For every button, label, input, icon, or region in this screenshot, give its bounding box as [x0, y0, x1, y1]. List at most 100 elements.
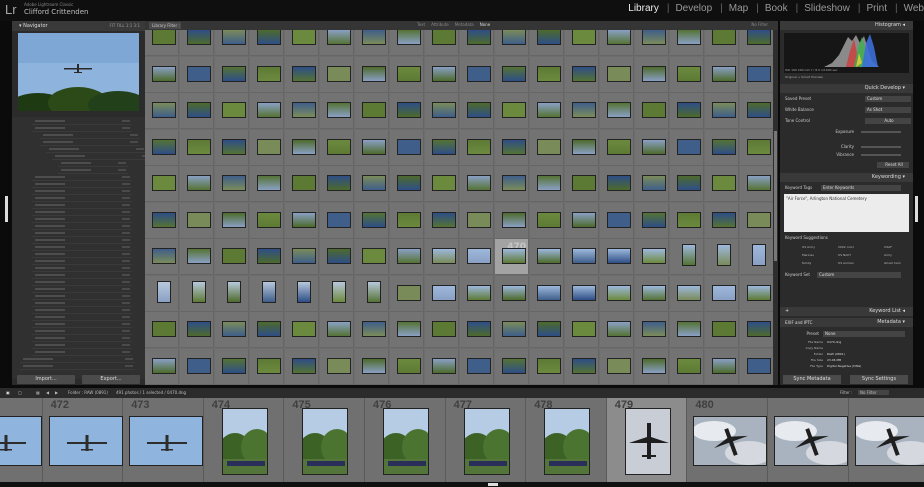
folder-row[interactable]	[32, 350, 132, 356]
folder-row[interactable]	[32, 287, 132, 293]
photo-thumbnail[interactable]	[397, 284, 421, 301]
filmstrip-cell[interactable]: 479	[606, 398, 688, 482]
photo-thumbnail[interactable]	[467, 211, 491, 228]
photo-thumbnail[interactable]	[152, 102, 176, 118]
photo-thumbnail[interactable]	[397, 321, 421, 337]
metadata-value[interactable]: 0470.dng	[827, 340, 841, 344]
folder-row[interactable]	[32, 322, 132, 328]
grid-cell[interactable]	[180, 129, 214, 166]
folder-row[interactable]	[20, 357, 135, 363]
photo-thumbnail[interactable]	[502, 284, 526, 301]
grid-cell[interactable]	[495, 202, 529, 239]
photo-thumbnail[interactable]	[467, 30, 491, 45]
grid-cell[interactable]	[250, 312, 284, 348]
photo-thumbnail[interactable]	[292, 248, 316, 264]
keyword-suggestion[interactable]: US NAVY	[838, 253, 851, 257]
photo-thumbnail[interactable]	[257, 65, 281, 82]
photo-thumbnail[interactable]	[607, 248, 631, 264]
grid-cell[interactable]	[460, 312, 494, 348]
grid-cell[interactable]	[530, 93, 564, 129]
grid-cell[interactable]	[250, 348, 284, 385]
photo-thumbnail[interactable]	[367, 280, 381, 303]
photo-thumbnail[interactable]	[327, 357, 351, 374]
filmstrip[interactable]: 472 473 474 475 476 477 478 479 480	[0, 398, 924, 482]
filmstrip-thumbnail[interactable]	[854, 416, 924, 466]
photo-thumbnail[interactable]	[187, 321, 211, 337]
folder-row[interactable]	[32, 238, 132, 244]
exposure-buttons[interactable]	[861, 131, 901, 133]
keyword-suggestion[interactable]: Ghost Cam	[884, 261, 901, 265]
grid-cell[interactable]	[320, 202, 354, 239]
folder-row[interactable]	[32, 119, 132, 125]
photo-thumbnail[interactable]	[607, 102, 631, 118]
grid-cell[interactable]	[285, 312, 319, 348]
grid-cell[interactable]	[565, 56, 599, 93]
filmstrip-thumbnail[interactable]	[383, 408, 429, 475]
grid-cell[interactable]	[390, 348, 424, 385]
folder-row[interactable]	[40, 133, 140, 139]
grid-cell[interactable]	[460, 275, 494, 312]
grid-cell[interactable]	[145, 312, 179, 348]
keyword-suggestion[interactable]: 2002 color	[838, 245, 854, 249]
grid-cell[interactable]	[355, 275, 389, 312]
photo-thumbnail[interactable]	[502, 248, 526, 264]
photo-thumbnail[interactable]	[537, 357, 561, 374]
grid-cell[interactable]	[495, 30, 529, 56]
photo-thumbnail[interactable]	[747, 284, 771, 301]
photo-thumbnail[interactable]	[397, 102, 421, 118]
folder-row[interactable]	[32, 273, 132, 279]
folder-row[interactable]	[32, 336, 132, 342]
grid-cell[interactable]	[215, 56, 249, 93]
grid-cell[interactable]	[250, 275, 284, 312]
filmstrip-thumbnail[interactable]	[544, 408, 591, 475]
photo-thumbnail[interactable]	[677, 211, 701, 228]
grid-cell[interactable]	[180, 202, 214, 239]
grid-cell[interactable]	[180, 239, 214, 275]
keyword-set-select[interactable]: Custom	[817, 272, 901, 278]
folder-tree[interactable]	[12, 117, 152, 379]
quick-develop-header[interactable]: Quick Develop ▾	[780, 84, 913, 93]
photo-thumbnail[interactable]	[222, 30, 246, 45]
photo-thumbnail[interactable]	[642, 321, 666, 337]
module-map[interactable]: Map	[729, 3, 748, 14]
photo-thumbnail[interactable]	[572, 248, 596, 264]
photo-thumbnail[interactable]	[222, 175, 246, 191]
photo-thumbnail[interactable]	[572, 211, 596, 228]
grid-cell[interactable]	[320, 129, 354, 166]
filter-tab-attribute[interactable]: Attribute	[431, 22, 449, 27]
filmstrip-thumbnail[interactable]	[302, 408, 349, 475]
grid-cell[interactable]	[495, 348, 529, 385]
photo-thumbnail[interactable]	[747, 175, 771, 191]
grid-cell[interactable]	[670, 166, 704, 202]
grid-cell[interactable]	[250, 166, 284, 202]
grid-cell[interactable]	[425, 239, 459, 275]
grid-cell[interactable]	[145, 239, 179, 275]
grid-cell[interactable]	[530, 30, 564, 56]
filmstrip-cell[interactable]: 475	[284, 398, 365, 482]
folder-row[interactable]	[58, 161, 128, 167]
grid-cell[interactable]	[670, 129, 704, 166]
folder-row[interactable]	[32, 266, 132, 272]
photo-thumbnail[interactable]	[747, 138, 771, 155]
grid-cell[interactable]	[320, 56, 354, 93]
grid-cell[interactable]	[425, 312, 459, 348]
photo-thumbnail[interactable]	[537, 175, 561, 191]
photo-thumbnail[interactable]	[152, 65, 176, 82]
photo-thumbnail[interactable]	[257, 211, 281, 228]
back-arrow-icon[interactable]: ◀	[46, 390, 49, 395]
grid-cell[interactable]	[530, 202, 564, 239]
grid-cell[interactable]	[390, 312, 424, 348]
photo-thumbnail[interactable]	[262, 280, 276, 303]
filmstrip-cell[interactable]: 476	[365, 398, 446, 482]
photo-thumbnail[interactable]	[502, 321, 526, 337]
photo-thumbnail[interactable]	[187, 65, 211, 82]
photo-thumbnail[interactable]	[332, 280, 346, 303]
photo-thumbnail[interactable]	[397, 175, 421, 191]
photo-thumbnail[interactable]	[467, 65, 491, 82]
photo-thumbnail[interactable]	[537, 284, 561, 301]
grid-cell[interactable]	[145, 202, 179, 239]
grid-cell[interactable]	[145, 166, 179, 202]
grid-cell[interactable]	[355, 129, 389, 166]
grid-cell[interactable]	[355, 239, 389, 275]
photo-thumbnail[interactable]	[682, 244, 696, 266]
